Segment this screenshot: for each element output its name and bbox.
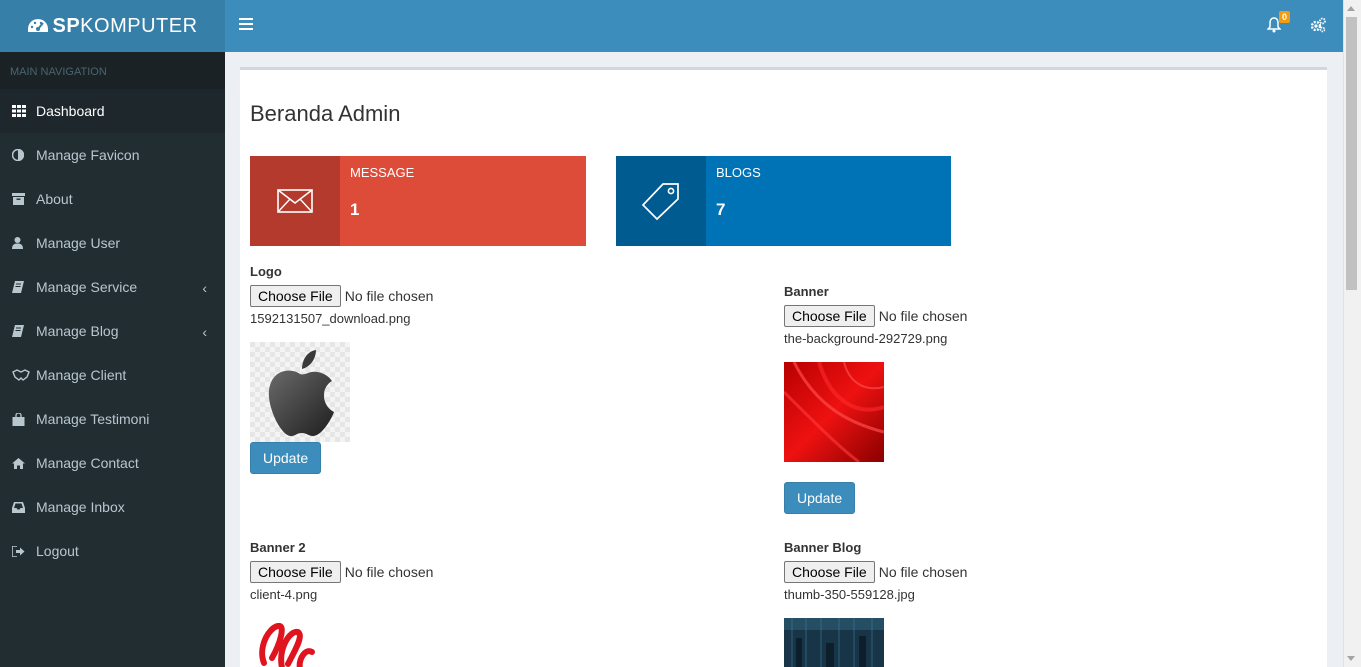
blogs-info-box[interactable]: BLOGS 7 (616, 156, 951, 246)
sidebar-item-label: Logout (36, 543, 79, 559)
sidebar-item-manage-testimoni[interactable]: Manage Testimoni (0, 397, 225, 441)
banner2-preview-image (250, 618, 350, 667)
home-icon (12, 457, 36, 469)
sidebar-item-label: Manage Favicon (36, 147, 140, 163)
page-title: Beranda Admin (250, 101, 401, 126)
logo-choose-file-button[interactable]: Choose File (250, 285, 341, 307)
banner-preview-image (784, 362, 884, 462)
logo-preview-image (250, 342, 350, 442)
sidebar-item-label: About (36, 191, 73, 207)
sidebar-item-manage-user[interactable]: Manage User (0, 221, 225, 265)
archive-icon (12, 193, 36, 205)
envelope-icon (250, 156, 340, 246)
banner2-file-status: No file chosen (344, 564, 434, 580)
tag-icon (616, 156, 706, 246)
message-box-label: MESSAGE (350, 165, 415, 180)
message-box-count: 1 (350, 200, 360, 219)
banner-blog-choose-file-button[interactable]: Choose File (784, 561, 875, 583)
settings-cogs-icon[interactable] (1310, 17, 1326, 38)
sign-out-icon (12, 545, 36, 557)
main-content: Beranda Admin MESSAGE 1 BLOGS 7 Logo Cho… (240, 67, 1327, 667)
sidebar-item-about[interactable]: About (0, 177, 225, 221)
chevron-left-icon: ‹ (202, 324, 207, 340)
sidebar-toggle-icon[interactable] (239, 18, 253, 32)
banner-blog-label: Banner Blog (784, 540, 862, 555)
book-icon (12, 281, 36, 293)
adjust-icon (12, 149, 36, 161)
message-info-box[interactable]: MESSAGE 1 (250, 156, 586, 246)
blogs-box-label: BLOGS (716, 165, 761, 180)
sidebar-item-manage-client[interactable]: Manage Client (0, 353, 225, 397)
logo-upload-field: Logo Choose File No file chosen 15921315… (250, 264, 670, 474)
banner2-label: Banner 2 (250, 540, 306, 555)
banner-choose-file-button[interactable]: Choose File (784, 305, 875, 327)
scrollbar-thumb[interactable] (1346, 17, 1357, 290)
sidebar-item-manage-service[interactable]: Manage Service ‹ (0, 265, 225, 309)
book-icon (12, 325, 36, 337)
banner-update-button[interactable]: Update (784, 482, 856, 514)
sidebar-item-label: Manage Contact (36, 455, 139, 471)
sidebar-item-manage-blog[interactable]: Manage Blog ‹ (0, 309, 225, 353)
banner-blog-file-status: No file chosen (878, 564, 968, 580)
logo-update-button[interactable]: Update (250, 442, 322, 474)
sidebar-item-label: Manage Blog (36, 323, 119, 339)
scroll-up-arrow-icon[interactable] (1347, 6, 1355, 11)
sidebar-item-logout[interactable]: Logout (0, 529, 225, 573)
inbox-icon (12, 501, 36, 513)
handshake-icon (12, 369, 36, 381)
top-navbar: 0 (225, 0, 1343, 52)
banner2-upload-field: Banner 2 Choose File No file chosen clie… (250, 540, 670, 667)
banner-current-filename: the-background-292729.png (784, 331, 948, 346)
logo-text-bold: SP (52, 14, 81, 37)
sidebar-item-manage-inbox[interactable]: Manage Inbox (0, 485, 225, 529)
sidebar-item-label: Dashboard (36, 103, 105, 119)
logo-text-light: KOMPUTER (80, 14, 198, 37)
sidebar-item-label: Manage Service (36, 279, 138, 295)
banner-blog-upload-field: Banner Blog Choose File No file chosen t… (784, 540, 1204, 667)
banner-label: Banner (784, 284, 829, 299)
sidebar-header: MAIN NAVIGATION (0, 52, 225, 89)
grid-icon (12, 105, 36, 117)
sidebar-item-manage-favicon[interactable]: Manage Favicon (0, 133, 225, 177)
banner-file-status: No file chosen (878, 308, 968, 324)
sidebar: MAIN NAVIGATION Dashboard Manage Favicon… (0, 52, 225, 667)
logo-label: Logo (250, 264, 282, 279)
sidebar-item-label: Manage Inbox (36, 499, 125, 515)
blogs-box-count: 7 (716, 200, 726, 219)
user-icon (12, 237, 36, 249)
banner-blog-current-filename: thumb-350-559128.jpg (784, 587, 915, 602)
banner-upload-field: Banner Choose File No file chosen the-ba… (784, 284, 1204, 514)
logo-file-status: No file chosen (344, 288, 434, 304)
sidebar-item-label: Manage Testimoni (36, 411, 150, 427)
sidebar-item-label: Manage User (36, 235, 121, 251)
banner-blog-preview-image (784, 618, 884, 667)
sidebar-item-dashboard[interactable]: Dashboard (0, 89, 225, 133)
banner2-current-filename: client-4.png (250, 587, 318, 602)
banner2-choose-file-button[interactable]: Choose File (250, 561, 341, 583)
scroll-down-arrow-icon[interactable] (1347, 656, 1355, 661)
notification-count-badge: 0 (1279, 11, 1291, 23)
sidebar-item-manage-contact[interactable]: Manage Contact (0, 441, 225, 485)
sidebar-item-label: Manage Client (36, 367, 127, 383)
dashboard-gauge-icon (28, 19, 49, 32)
chevron-left-icon: ‹ (202, 280, 207, 296)
brand-logo[interactable]: SP KOMPUTER (0, 0, 225, 52)
logo-current-filename: 1592131507_download.png (250, 311, 411, 326)
shopping-bag-icon (12, 412, 36, 426)
